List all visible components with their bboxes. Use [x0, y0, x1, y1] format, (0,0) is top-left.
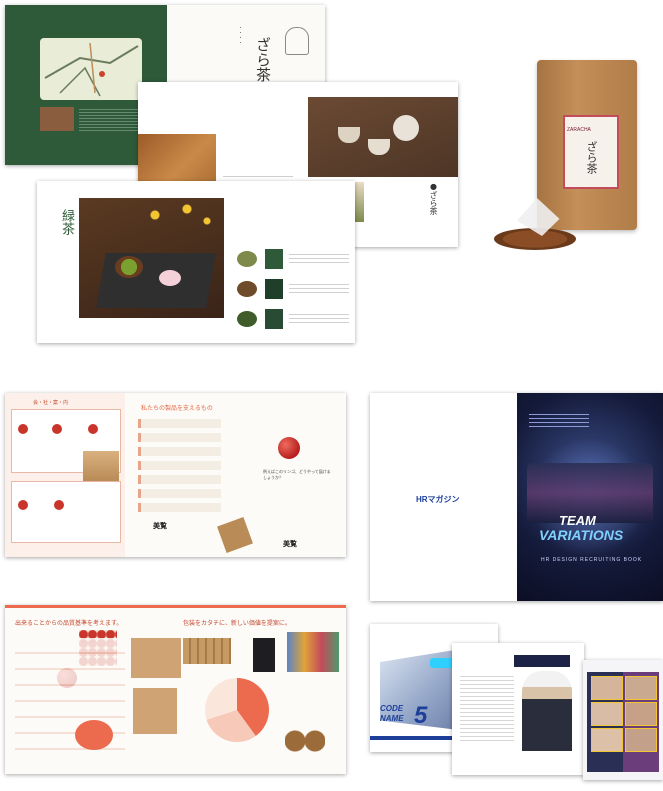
tea-spread-ryokucha: 緑茶: [37, 181, 355, 343]
pouch-label-main: ざら茶: [585, 141, 598, 174]
product-row: [237, 251, 257, 267]
member-photo: [625, 728, 657, 752]
apple-card-icon: [88, 424, 98, 434]
teaware-photo: [308, 97, 458, 177]
tea-subtitle-vertical: ・・・・: [237, 25, 243, 45]
apple-brand-logo-2: 美覧: [283, 539, 297, 549]
team-title-2: VARIATIONS: [539, 527, 624, 543]
hr-left-page: HRマガジン: [370, 393, 517, 601]
code-number: 5: [414, 702, 428, 729]
callout-bubble: [75, 720, 113, 750]
nameplate: [514, 655, 570, 667]
product-row: [237, 311, 257, 327]
apple-card-icon: [18, 424, 28, 434]
hr-subtitle: HR DESIGN RECRUITING BOOK: [541, 557, 643, 563]
product-row-text: [289, 281, 349, 295]
code-name-2: NAME: [380, 714, 404, 723]
apple-brand-logo: 美覧: [153, 521, 167, 531]
box-photo: [83, 451, 119, 481]
member-photo: [625, 676, 657, 700]
map-illustration: [40, 38, 142, 100]
green-tea-cup: [115, 256, 143, 278]
label-zara: ●ざら茶: [429, 182, 438, 215]
product-row: [265, 279, 283, 299]
pie-diagram: [205, 678, 269, 742]
apple-brand-logo-text: 美覧: [153, 522, 167, 530]
wagashi: [159, 270, 181, 286]
apple-card-2: [11, 481, 121, 543]
apple-caption: 例えばこのリンゴ、どうやって届けましょうか？: [263, 469, 331, 480]
table-row: [138, 433, 221, 442]
hr-logo: HRマガジン: [416, 487, 474, 504]
table-row: [138, 489, 221, 498]
wine-box-photo: [253, 638, 275, 672]
tea-title-ryokucha: 緑茶: [59, 209, 74, 235]
team-title-1: TEAM: [559, 513, 596, 528]
tea-title-zara: ざら茶: [254, 37, 272, 82]
apple-brand-logo-2-text: 美覧: [283, 540, 297, 548]
product-row-text: [289, 251, 349, 265]
member-photo: [591, 676, 623, 700]
apple-photo: [278, 437, 300, 459]
apple-card-icon: [54, 500, 64, 510]
apple-card-icon: [18, 500, 28, 510]
spread2-header-left: 出来ることからの品質基準を考えます。: [15, 620, 123, 627]
teacup-1: [368, 139, 390, 155]
map-roads: [44, 42, 139, 97]
spread2-header-right: 包装をカタチに、新しい価値を提案に。: [183, 620, 291, 627]
product-row: [237, 281, 257, 297]
code-name-1: CODE: [380, 704, 404, 713]
member-photo: [625, 702, 657, 726]
pouch-label: ZARACHA ざら茶: [563, 115, 619, 189]
hr-cover-spread: HRマガジン TEAM VARIATIONS HR DESIGN RECRUIT…: [370, 393, 663, 601]
product-row-text: [289, 311, 349, 325]
product-row: [265, 249, 283, 269]
table-row: [138, 461, 221, 470]
hr-right-page: TEAM VARIATIONS HR DESIGN RECRUITING BOO…: [517, 393, 663, 601]
ryokucha-photo: [79, 198, 224, 318]
table-row: [138, 503, 221, 512]
interview-text: [460, 673, 514, 743]
slate-board: [96, 253, 216, 308]
teacup-2: [338, 127, 360, 143]
apple-left-panel: 会・社・案・内: [5, 393, 125, 557]
kraft-box-photo: [217, 517, 253, 553]
pallet-photo: [183, 638, 231, 664]
tea-pouch: ZARACHA ざら茶: [537, 60, 637, 230]
apple-spread-2: 出来ることからの品質基準を考えます。 包装をカタチに、新しい価値を提案に。: [5, 605, 346, 774]
round-boxes: [285, 728, 325, 754]
shop-photo: [40, 107, 74, 131]
cardboard-box: [133, 688, 177, 734]
member-photo: [591, 702, 623, 726]
teapot: [393, 115, 419, 141]
member-photo: [591, 728, 623, 752]
apple-header-right: 私たちの製品を支えるもの: [141, 405, 213, 412]
table-row: [138, 419, 221, 428]
hr-intro-text: [529, 411, 589, 427]
table-row: [138, 447, 221, 456]
table-row: [138, 475, 221, 484]
shop-text-block: [79, 107, 141, 133]
colorful-products: [287, 632, 339, 672]
person-photo: [522, 671, 572, 751]
product-row: [265, 309, 283, 329]
pouch-label-top: ZARACHA: [567, 127, 591, 133]
packaging-boxes: [131, 638, 181, 678]
yellow-flowers: [139, 200, 219, 230]
apple-header-left: 会・社・案・内: [33, 400, 69, 406]
hr-logo-text: HRマガジン: [416, 495, 460, 504]
members-grid: [587, 672, 659, 772]
tea-seal-logo: [285, 27, 309, 55]
apple-card-icon: [52, 424, 62, 434]
apple-spread-1: 会・社・案・内 私たちの製品を支えるもの 美覧 例えばこのリンゴ、どうやって届け…: [5, 393, 346, 557]
hr-members-page: [583, 660, 663, 780]
hr-interview-page: [452, 643, 584, 775]
